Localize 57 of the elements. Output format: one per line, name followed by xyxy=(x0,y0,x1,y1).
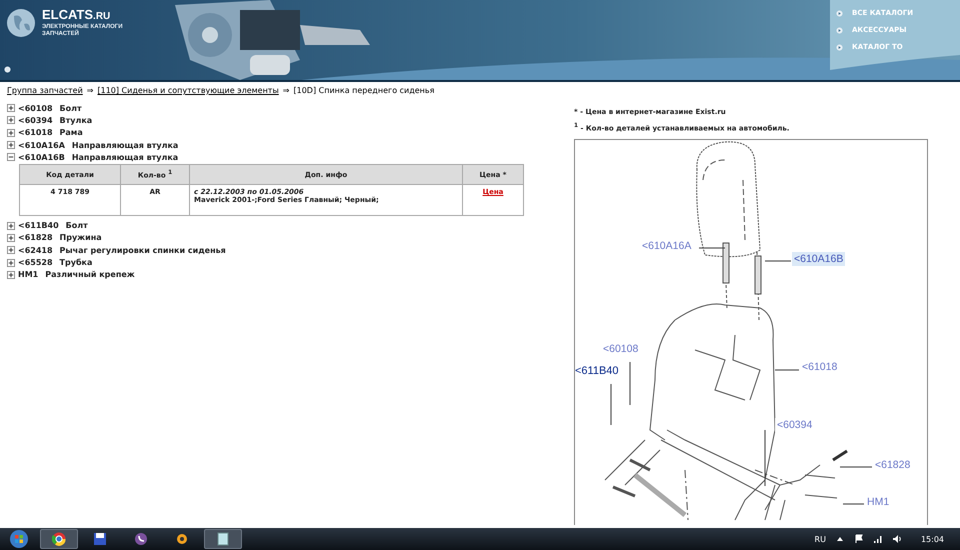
part-name: Направляющая втулка xyxy=(72,152,178,162)
flag-icon[interactable] xyxy=(854,534,864,544)
expand-icon[interactable] xyxy=(7,116,15,124)
part-code[interactable]: <61018 xyxy=(18,128,53,138)
part-code[interactable]: <610A16B xyxy=(18,152,65,162)
part-code[interactable]: <60108 xyxy=(18,104,53,113)
leader-line xyxy=(840,466,872,468)
collapse-icon[interactable] xyxy=(7,153,15,162)
breadcrumb-separator: ⇒ xyxy=(86,86,94,95)
part-name: Болт xyxy=(60,104,82,113)
part-code[interactable]: <61828 xyxy=(18,233,53,242)
part-code[interactable]: <62418 xyxy=(18,246,53,255)
bullet-icon xyxy=(836,44,843,50)
expand-icon[interactable] xyxy=(7,270,15,279)
part-name: Пружина xyxy=(60,233,102,242)
site-logo[interactable]: ELCATS.RU xyxy=(42,8,123,24)
bullet-icon xyxy=(836,26,843,34)
breadcrumb-link[interactable]: [110] Сиденья и сопутствующие элементы xyxy=(98,86,279,95)
part-name: Различный крепеж xyxy=(45,270,135,280)
expand-icon[interactable] xyxy=(7,258,15,267)
leader-line xyxy=(764,430,766,487)
clock[interactable]: 15:04 xyxy=(920,534,944,544)
expand-icon[interactable] xyxy=(7,234,15,242)
part-name: Втулка xyxy=(60,116,92,125)
part-code[interactable]: <611B40 xyxy=(18,221,59,230)
part-code[interactable]: <65528 xyxy=(18,258,53,268)
expand-icon[interactable] xyxy=(7,104,15,112)
part-code[interactable]: <610A16A xyxy=(18,140,65,150)
expand-icon[interactable] xyxy=(7,141,15,150)
leader-line xyxy=(842,504,864,505)
callout-label[interactable]: <610A16B xyxy=(792,252,846,266)
part-code[interactable]: HM1 xyxy=(18,270,38,280)
part-name: Рама xyxy=(60,128,83,138)
leader-line xyxy=(610,384,612,426)
breadcrumb-separator: ⇒ xyxy=(282,86,290,95)
leader-line xyxy=(764,260,792,262)
copyright-icon xyxy=(4,66,11,73)
breadcrumb-link[interactable]: Группа запчастей xyxy=(7,86,83,95)
expand-icon[interactable] xyxy=(7,222,15,230)
expand-icon[interactable] xyxy=(7,246,15,254)
callout-label[interactable]: <60394 xyxy=(775,418,814,432)
language-indicator[interactable]: RU xyxy=(814,534,826,544)
browser-taskbar-icon[interactable] xyxy=(40,529,78,549)
signal-icon[interactable] xyxy=(872,534,883,544)
part-name: Направляющая втулка xyxy=(72,140,178,150)
breadcrumb-current: [10D] Спинка переднего сиденья xyxy=(294,86,434,95)
leader-line xyxy=(698,248,726,249)
part-code[interactable]: <60394 xyxy=(18,116,53,125)
part-name: Рычаг регулировки спинки сиденья xyxy=(60,246,226,255)
notepad-taskbar-icon[interactable] xyxy=(204,529,242,549)
globe-icon xyxy=(6,8,36,38)
speaker-icon[interactable] xyxy=(892,534,902,544)
expand-icon[interactable] xyxy=(7,128,15,137)
bullet-icon xyxy=(836,10,843,16)
part-name: Трубка xyxy=(60,258,92,268)
leader-line xyxy=(774,370,800,371)
part-name: Болт xyxy=(66,221,88,230)
